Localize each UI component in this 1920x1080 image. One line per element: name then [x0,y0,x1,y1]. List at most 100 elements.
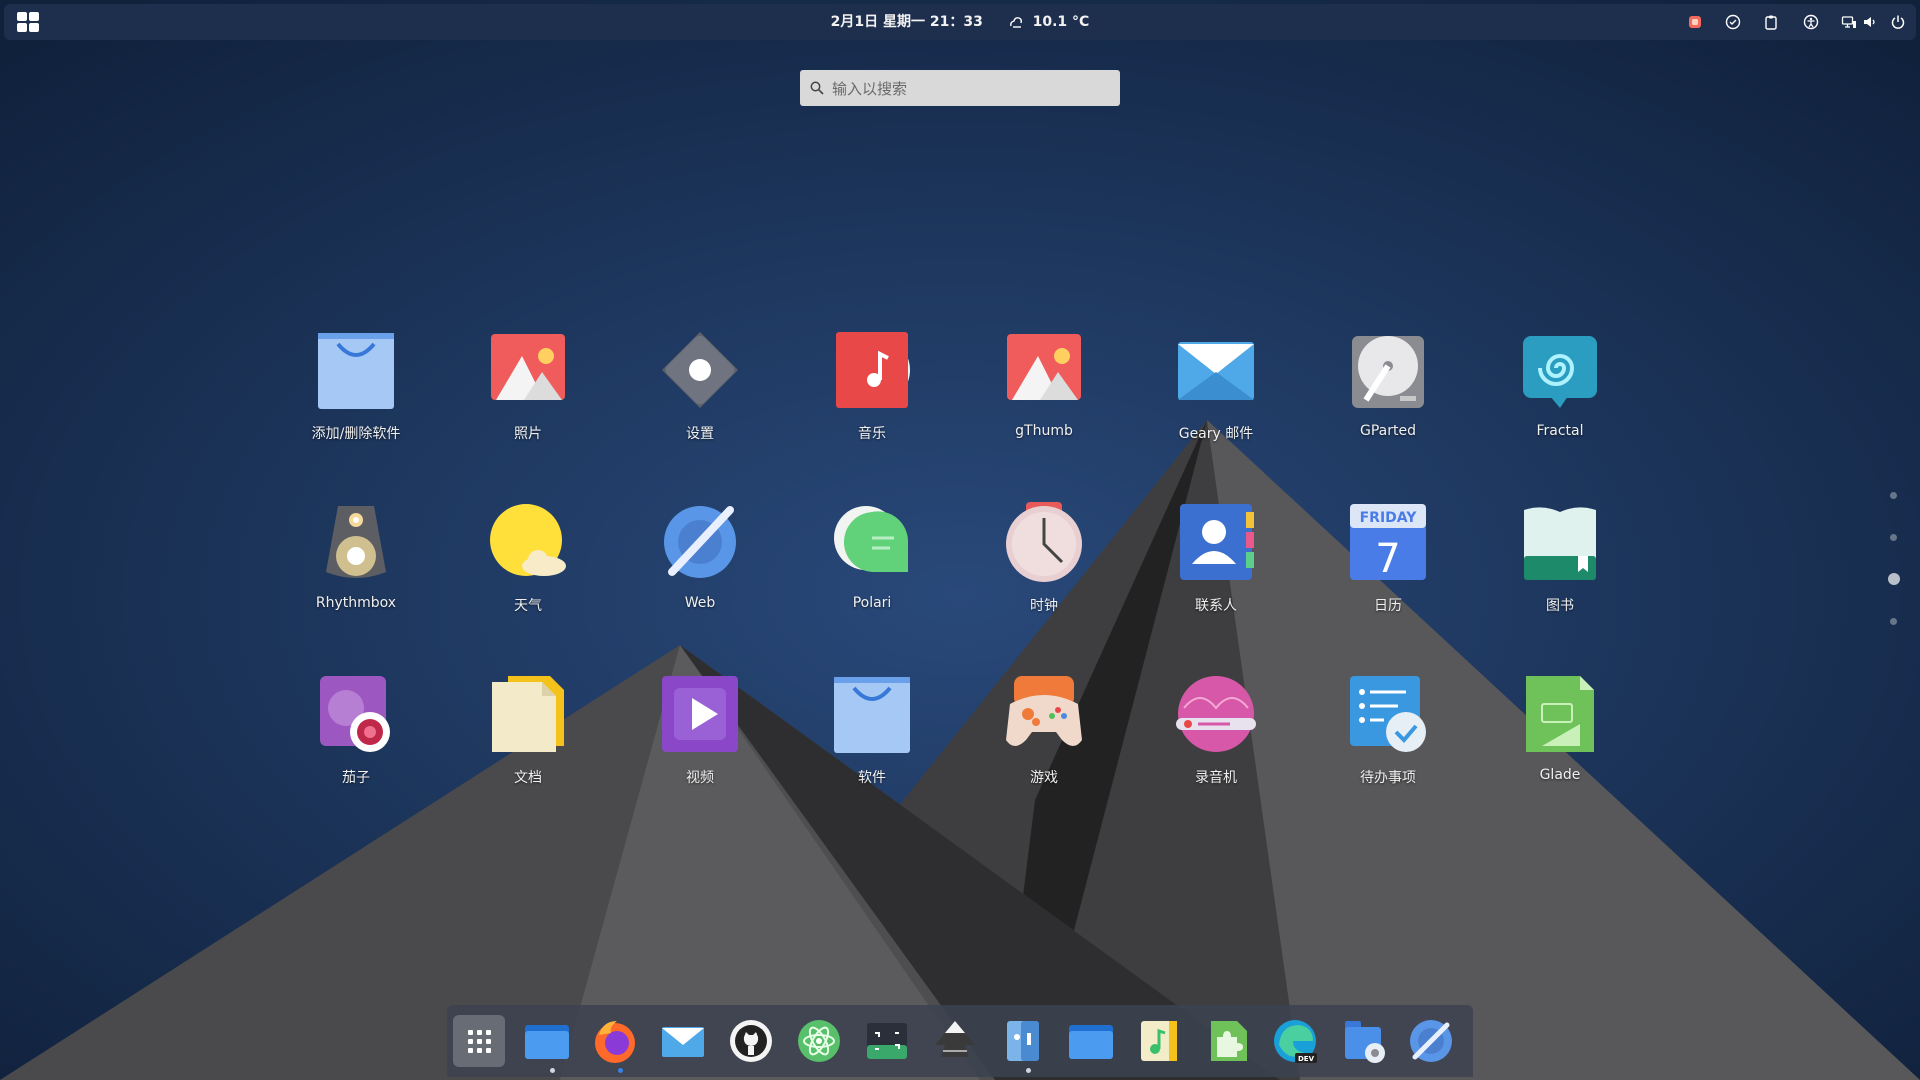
app-games[interactable]: 游戏 [969,674,1119,804]
app-label: Glade [1539,767,1581,783]
app-fractal[interactable]: Fractal [1485,330,1635,460]
app-videos[interactable]: 视频 [625,674,775,804]
folder-icon [525,1025,569,1059]
app-label: 时钟 [1030,598,1058,614]
cheese-icon [320,676,390,752]
dock-web[interactable] [1405,1015,1457,1067]
extensions-icon [1211,1021,1247,1061]
github-icon [730,1020,772,1062]
dock-edge-dev[interactable]: DEV [1269,1015,1321,1067]
app-sound-recorder[interactable]: 录音机 [1141,674,1291,804]
app-music[interactable]: 音乐 [797,330,947,460]
dock-disk-usage[interactable] [1337,1015,1389,1067]
calendar-icon: FRIDAY 7 [1350,504,1426,582]
app-gthumb[interactable]: gThumb [969,330,1119,460]
dock-screenshot[interactable] [861,1015,913,1067]
app-label: Polari [852,595,892,611]
app-weather[interactable]: 天气 [453,502,603,632]
app-calendar[interactable]: FRIDAY 7 日历 [1313,502,1463,632]
app-photos[interactable]: 照片 [453,330,603,460]
search-box[interactable] [800,70,1120,108]
atom-icon [798,1020,840,1062]
calendar-weekday: FRIDAY [1360,510,1418,526]
mail-icon [662,1027,704,1057]
app-web[interactable]: Web [625,502,775,632]
app-label: Geary 邮件 [1178,426,1254,442]
app-label: 茄子 [342,770,370,786]
volume-icon[interactable] [1862,14,1878,30]
disk-usage-icon [1345,1021,1385,1063]
files-icon [1069,1025,1113,1059]
page-dot-3[interactable] [1888,573,1900,585]
dev-badge: DEV [1298,1055,1315,1063]
terminal-screenshot-icon [867,1023,907,1059]
running-indicator [1026,1068,1031,1073]
temperature[interactable]: 10.1 °C [1033,14,1090,30]
books-icon [1524,507,1596,580]
gamepad-icon [1006,676,1082,746]
app-label: Rhythmbox [315,595,397,611]
app-glade[interactable]: Glade [1485,674,1635,804]
web-compass-icon [1410,1020,1452,1062]
speaker-icon [326,506,386,578]
app-label: 日历 [1374,598,1402,614]
grid-icon[interactable] [16,11,40,33]
app-settings[interactable]: 设置 [625,330,775,460]
dock-music[interactable] [1133,1015,1185,1067]
web-compass-icon [664,506,736,578]
date-time[interactable]: 2月1日 星期一 21：33 [831,14,983,30]
app-label: 照片 [514,426,542,442]
dock-builder[interactable] [997,1015,1049,1067]
app-label: 视频 [686,770,714,786]
page-dot-1[interactable] [1890,492,1897,499]
music-icon [836,332,910,408]
page-dot-2[interactable] [1890,534,1897,541]
app-label: 图书 [1546,598,1574,614]
app-cheese[interactable]: 茄子 [281,674,431,804]
contacts-icon [1180,504,1254,580]
dock-mail[interactable] [657,1015,709,1067]
builder-icon [1007,1021,1039,1061]
app-label: 游戏 [1030,770,1058,786]
power-icon[interactable] [1890,14,1906,30]
dock-github[interactable] [725,1015,777,1067]
running-indicator [550,1068,555,1073]
app-add-remove-software[interactable]: 添加/删除软件 [281,330,431,460]
app-label: Fractal [1536,423,1584,439]
app-rhythmbox[interactable]: Rhythmbox [281,502,431,632]
accessibility-icon[interactable] [1803,14,1819,30]
app-documents[interactable]: 文档 [453,674,603,804]
software-bag-icon [318,333,394,409]
app-clock[interactable]: 时钟 [969,502,1119,632]
app-label: 设置 [686,426,714,442]
documents-icon [492,676,564,752]
dock-inkscape[interactable] [929,1015,981,1067]
top-bar: 2月1日 星期一 21：33 10.1 °C [4,4,1916,40]
app-geary-mail[interactable]: Geary 邮件 [1141,330,1291,460]
record-icon[interactable] [1687,14,1703,30]
check-circle-icon[interactable] [1725,14,1741,30]
network-icon[interactable] [1841,14,1857,30]
clipboard-icon[interactable] [1763,14,1779,30]
app-label: 录音机 [1195,770,1237,786]
dock-files[interactable] [1065,1015,1117,1067]
app-todo[interactable]: 待办事项 [1313,674,1463,804]
dock-extensions[interactable] [1201,1015,1253,1067]
app-contacts[interactable]: 联系人 [1141,502,1291,632]
dock-folder[interactable] [521,1015,573,1067]
fractal-icon [1523,336,1597,408]
app-polari[interactable]: Polari [797,502,947,632]
search-input[interactable] [830,70,1114,108]
dock-atom[interactable] [793,1015,845,1067]
weather-icon [1009,17,1022,28]
app-books[interactable]: 图书 [1485,502,1635,632]
dock-firefox[interactable] [589,1015,641,1067]
running-indicator [618,1068,623,1073]
software-icon [834,677,910,753]
app-gparted[interactable]: GParted [1313,330,1463,460]
app-software[interactable]: 软件 [797,674,947,804]
app-label: gThumb [1015,423,1073,439]
page-dot-4[interactable] [1890,618,1897,625]
todo-icon [1350,676,1426,752]
dock-app-grid[interactable] [453,1015,505,1067]
